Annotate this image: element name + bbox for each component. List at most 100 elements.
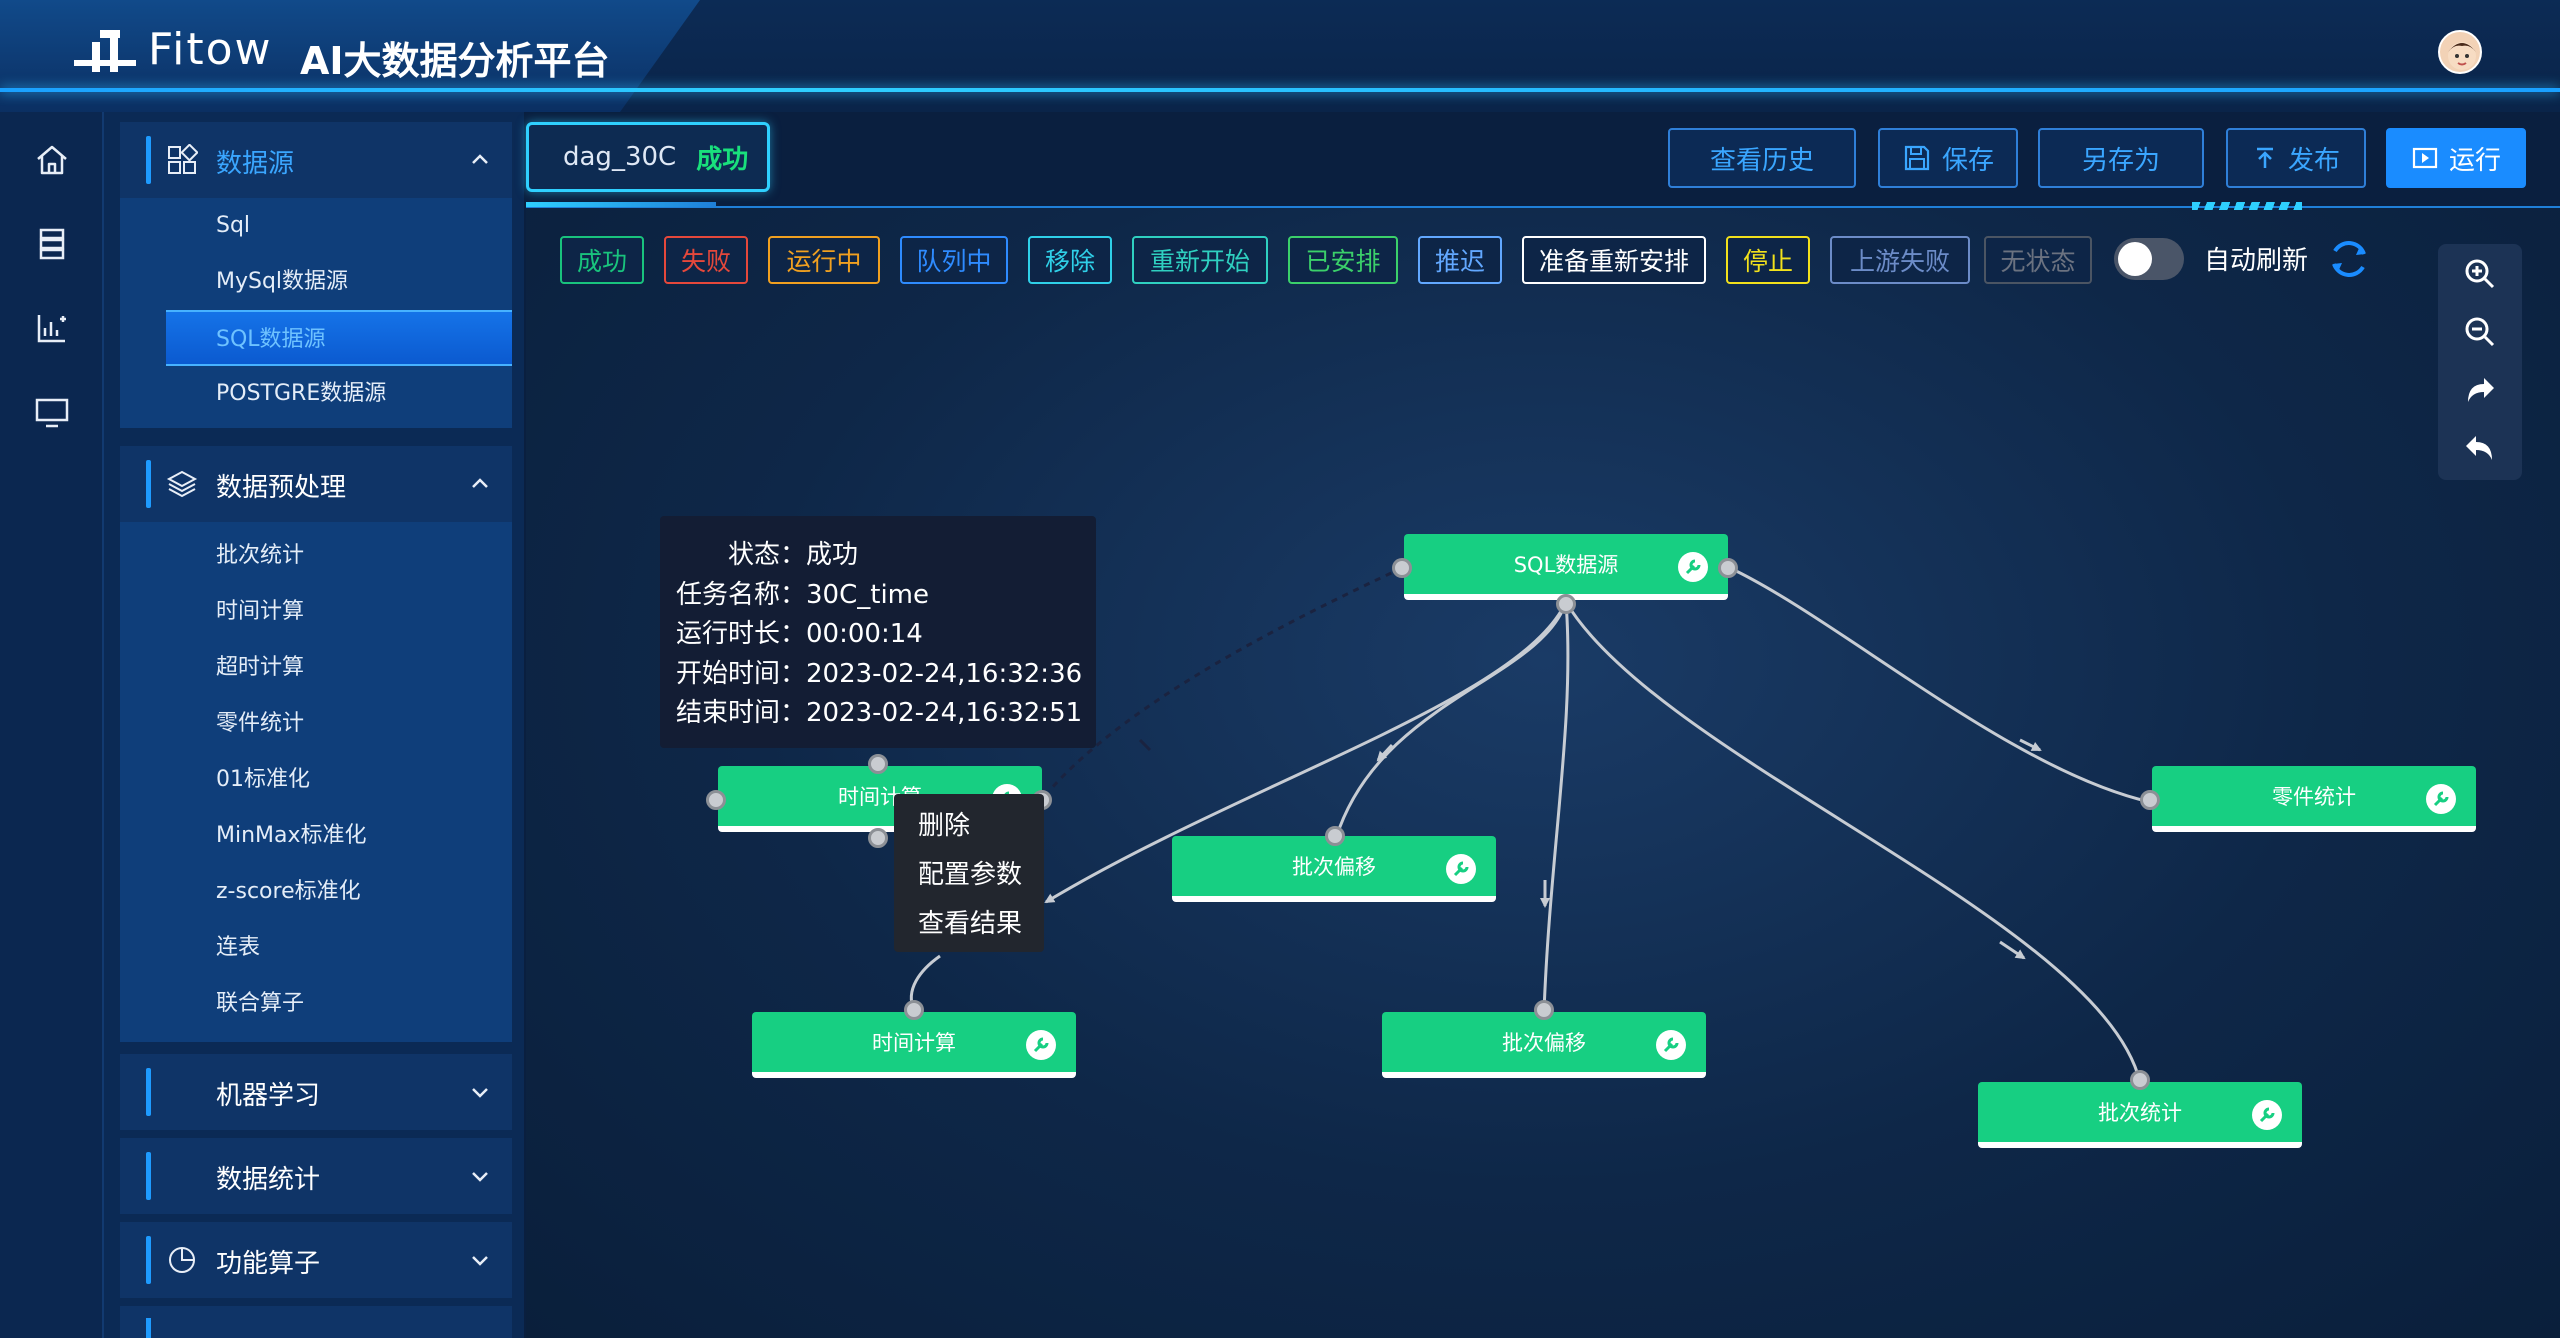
node-batch-stats[interactable]: 批次统计 <box>1978 1082 2302 1148</box>
chevron-down-icon[interactable] <box>468 1164 492 1188</box>
node-port[interactable] <box>2140 790 2160 810</box>
menu-item-sql-datasource[interactable]: SQL数据源 <box>166 310 512 366</box>
node-port[interactable] <box>868 754 888 774</box>
menu-group-header[interactable]: 数据源 <box>120 122 512 198</box>
tab-dag[interactable]: dag_30C 成功 <box>526 122 770 192</box>
node-label: 时间计算 <box>872 1031 956 1055</box>
menu-group-header[interactable]: 机器学习 <box>120 1054 512 1130</box>
run-button[interactable]: 运行 <box>2386 128 2526 188</box>
database-icon[interactable] <box>32 224 72 264</box>
menu-item-01-normalize[interactable]: 01标准化 <box>120 752 512 808</box>
status-tag-running[interactable]: 运行中 <box>768 236 880 284</box>
menu-group-items: 批次统计 时间计算 超时计算 零件统计 01标准化 MinMax标准化 z-sc… <box>120 522 512 1042</box>
chevron-down-icon[interactable] <box>468 1248 492 1272</box>
node-port[interactable] <box>2130 1070 2150 1090</box>
context-item-config[interactable]: 配置参数 <box>894 851 1044 900</box>
menu-item-join-table[interactable]: 连表 <box>120 920 512 976</box>
status-tag-scheduled[interactable]: 已安排 <box>1288 236 1398 284</box>
status-tag-success[interactable]: 成功 <box>560 236 644 284</box>
node-port[interactable] <box>868 828 888 848</box>
wrench-icon[interactable] <box>1026 1030 1056 1060</box>
chevron-up-icon[interactable] <box>468 472 492 496</box>
menu-group-header[interactable]: 数据统计 <box>120 1138 512 1214</box>
fitow-logo-icon <box>74 30 136 72</box>
tooltip-value: 成功 <box>806 540 859 570</box>
tooltip-row-start: 开始时间：2023-02-24,16:32:36 <box>676 655 1096 695</box>
menu-item-minmax-normalize[interactable]: MinMax标准化 <box>120 808 512 864</box>
redo-icon[interactable] <box>2460 370 2500 410</box>
node-sql-datasource[interactable]: SQL数据源 <box>1404 534 1728 600</box>
menu-item-time-calc[interactable]: 时间计算 <box>120 584 512 640</box>
menu-item-zscore-normalize[interactable]: z-score标准化 <box>120 864 512 920</box>
user-avatar[interactable] <box>2438 30 2482 74</box>
history-label: 查看历史 <box>1709 145 1814 176</box>
undo-icon[interactable] <box>2460 428 2500 468</box>
menu-group-header[interactable]: 数据预处理 <box>120 446 512 522</box>
zoom-toolbar <box>2438 244 2522 480</box>
chevron-down-icon[interactable] <box>468 1080 492 1104</box>
save-button[interactable]: 保存 <box>1878 128 2018 188</box>
tab-name: dag_30C <box>563 142 677 172</box>
auto-refresh-toggle[interactable] <box>2114 238 2184 280</box>
chart-icon[interactable] <box>32 308 72 348</box>
node-port[interactable] <box>1718 558 1738 578</box>
menu-item-batch-stats[interactable]: 批次统计 <box>120 528 512 584</box>
status-tag-deferred[interactable]: 推迟 <box>1418 236 1502 284</box>
node-port[interactable] <box>1534 1000 1554 1020</box>
menu-group-label: 数据统计 <box>216 1165 321 1195</box>
menu-group-label: 机器学习 <box>216 1081 321 1111</box>
menu-item-postgre[interactable]: POSTGRE数据源 <box>120 366 512 422</box>
status-tag-removed[interactable]: 移除 <box>1028 236 1112 284</box>
menu-item-union-operator[interactable]: 联合算子 <box>120 976 512 1032</box>
toggle-knob <box>2118 242 2152 276</box>
wrench-icon[interactable] <box>1656 1030 1686 1060</box>
publish-button[interactable]: 发布 <box>2226 128 2366 188</box>
node-label: SQL数据源 <box>1513 553 1619 577</box>
active-bar <box>146 1068 151 1116</box>
node-port[interactable] <box>706 790 726 810</box>
home-icon[interactable] <box>32 140 72 180</box>
wrench-icon[interactable] <box>1446 854 1476 884</box>
context-item-view-result[interactable]: 查看结果 <box>894 900 1044 949</box>
node-tooltip: 状态：成功 任务名称：30C_time 运行时长：00:00:14 开始时间：2… <box>660 516 1096 748</box>
node-batch-offset-2[interactable]: 批次偏移 <box>1382 1012 1706 1078</box>
node-part-stats[interactable]: 零件统计 <box>2152 766 2476 832</box>
menu-group-header[interactable]: 功能算子 <box>120 1222 512 1298</box>
active-bar <box>146 136 151 184</box>
status-tag-restart[interactable]: 重新开始 <box>1132 236 1268 284</box>
refresh-icon[interactable] <box>2326 236 2372 282</box>
menu-item-sql[interactable]: Sql <box>120 198 512 254</box>
status-tag-no-status[interactable]: 无状态 <box>1984 236 2092 284</box>
status-tag-up-for-reschedule[interactable]: 准备重新安排 <box>1522 236 1706 284</box>
wrench-icon[interactable] <box>2252 1100 2282 1130</box>
node-port[interactable] <box>904 1000 924 1020</box>
menu-item-timeout-calc[interactable]: 超时计算 <box>120 640 512 696</box>
active-bar <box>146 1236 151 1284</box>
status-tag-queued[interactable]: 队列中 <box>900 236 1008 284</box>
zoom-in-icon[interactable] <box>2460 254 2500 294</box>
upload-icon <box>2256 147 2273 168</box>
node-label: 批次偏移 <box>1502 1031 1586 1055</box>
node-time-calc-2[interactable]: 时间计算 <box>752 1012 1076 1078</box>
zoom-out-icon[interactable] <box>2460 312 2500 352</box>
chevron-up-icon[interactable] <box>468 148 492 172</box>
save-as-button[interactable]: 另存为 <box>2038 128 2204 188</box>
wrench-icon[interactable] <box>1678 552 1708 582</box>
status-tag-upstream-failed[interactable]: 上游失败 <box>1830 236 1970 284</box>
menu-item-part-stats[interactable]: 零件统计 <box>120 696 512 752</box>
history-button[interactable]: 查看历史 <box>1668 128 1856 188</box>
node-label: 批次统计 <box>2098 1101 2182 1125</box>
run-label: 运行 <box>2448 145 2501 176</box>
status-tag-stopped[interactable]: 停止 <box>1726 236 1810 284</box>
node-port[interactable] <box>1392 558 1412 578</box>
context-item-delete[interactable]: 删除 <box>894 802 1044 851</box>
node-port[interactable] <box>1325 826 1345 846</box>
status-tag-failed[interactable]: 失败 <box>664 236 748 284</box>
monitor-icon[interactable] <box>32 392 72 432</box>
node-label: 零件统计 <box>2272 785 2356 809</box>
menu-item-mysql[interactable]: MySql数据源 <box>120 254 512 310</box>
wrench-icon[interactable] <box>2426 784 2456 814</box>
node-context-menu: 删除 配置参数 查看结果 <box>894 794 1044 952</box>
pie-icon <box>169 1247 195 1273</box>
node-port[interactable] <box>1556 594 1576 614</box>
